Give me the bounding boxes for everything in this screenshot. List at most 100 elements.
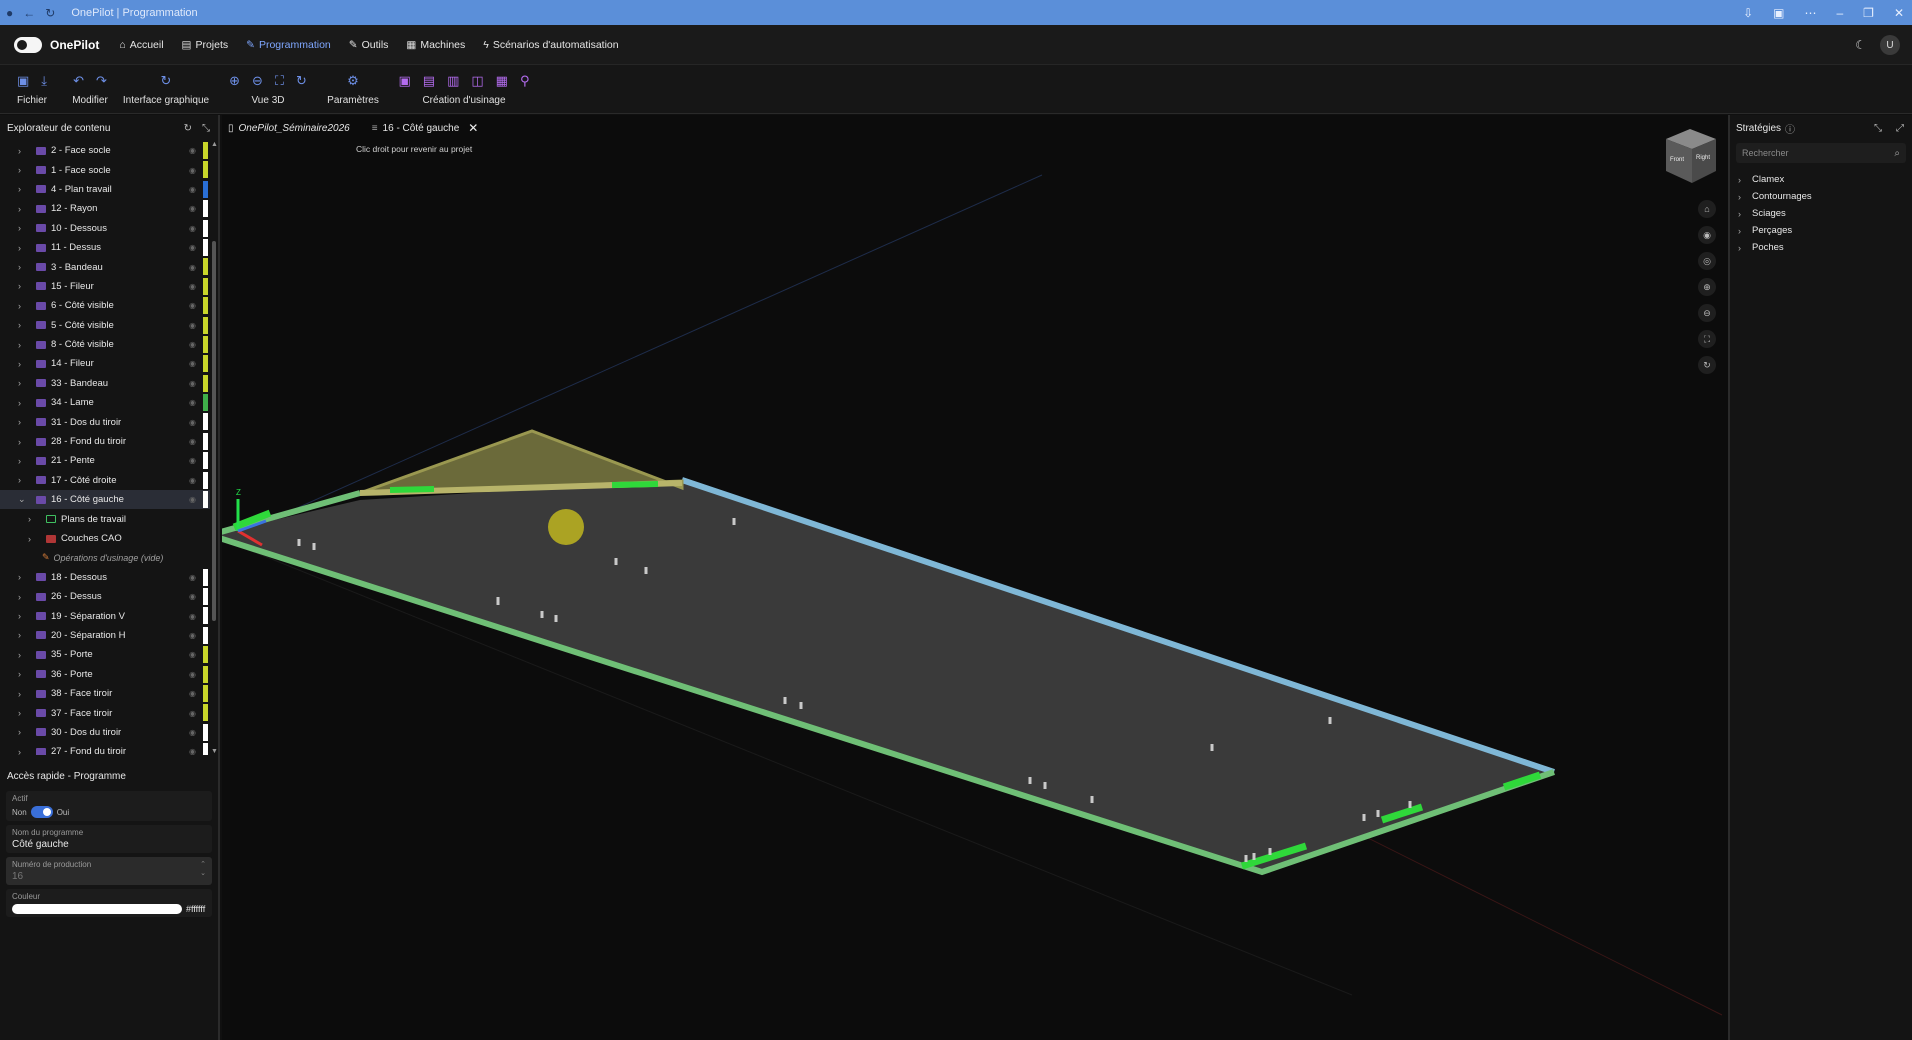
tree-item[interactable]: › 5 - Côté visible ◉ (0, 316, 210, 335)
eye-icon[interactable]: ◉ (189, 301, 196, 310)
eye-icon[interactable]: ◉ (189, 573, 196, 582)
scroll-thumb[interactable] (212, 241, 216, 621)
chevron-right-icon[interactable]: › (18, 475, 30, 485)
sync-icon[interactable]: ↻ (161, 73, 172, 89)
chevron-down-icon[interactable]: ⌄ (18, 494, 30, 505)
nav-item-programmation[interactable]: ✎ Programmation (246, 39, 331, 51)
chevron-right-icon[interactable]: › (28, 534, 40, 544)
collapse-icon[interactable]: ⤡ (202, 123, 210, 134)
search-input[interactable] (1742, 148, 1882, 158)
tree-item[interactable]: › 38 - Face tiroir ◉ (0, 684, 210, 703)
reset-view-icon[interactable]: ↻ (296, 73, 307, 89)
eye-icon[interactable]: ◉ (189, 243, 196, 252)
strategy-item-sciages[interactable]: › Sciages (1730, 205, 1912, 222)
chevron-right-icon[interactable]: › (18, 320, 30, 330)
tree-item[interactable]: › 14 - Fileur ◉ (0, 354, 210, 373)
chevron-right-icon[interactable]: › (18, 184, 30, 194)
tree-item-cad[interactable]: › Couches CAO (0, 529, 210, 548)
tree-item[interactable]: › 17 - Côté droite ◉ (0, 471, 210, 490)
eye-icon[interactable]: ◉ (189, 650, 196, 659)
eye-icon[interactable]: ◉ (189, 689, 196, 698)
chevron-right-icon[interactable]: › (18, 630, 30, 640)
eye-icon[interactable]: ◉ (189, 456, 196, 465)
tree-item[interactable]: › 6 - Côté visible ◉ (0, 296, 210, 315)
tree-item-operations[interactable]: ✎ Opérations d'usinage (vide) (0, 548, 210, 567)
chevron-right-icon[interactable]: › (28, 514, 40, 524)
home-view-icon[interactable]: ⌂ (1698, 200, 1716, 218)
download-icon[interactable]: ⇩ (1743, 6, 1753, 20)
machining-op-4-icon[interactable]: ◫ (471, 73, 483, 89)
tree-item[interactable]: › 35 - Porte ◉ (0, 645, 210, 664)
panel-surface[interactable] (222, 480, 1554, 872)
scroll-up-icon[interactable]: ▲ (211, 141, 218, 148)
actif-toggle[interactable] (30, 806, 53, 818)
eye-icon[interactable]: ◉ (189, 185, 196, 194)
chevron-right-icon[interactable]: › (18, 340, 30, 350)
machining-op-3-icon[interactable]: ▥ (447, 73, 459, 89)
export-icon[interactable]: ⤓ (41, 73, 47, 89)
machining-op-1-icon[interactable]: ▣ (398, 73, 410, 89)
search-icon[interactable]: ⌕ (1894, 148, 1900, 159)
tab-project[interactable]: ▯ OnePilot_Séminaire2026 (228, 123, 350, 134)
color-field[interactable]: Couleur #ffffff (6, 889, 212, 917)
nav-item-projets[interactable]: ▤ Projets (182, 39, 229, 51)
save-icon[interactable]: ▣ (17, 73, 29, 89)
eye-icon[interactable]: ◉ (189, 321, 196, 330)
eye-icon[interactable]: ◉ (189, 592, 196, 601)
eye-icon[interactable]: ◉ (189, 282, 196, 291)
zoom-in-icon[interactable]: ⊕ (229, 73, 240, 89)
tree-item[interactable]: › 27 - Fond du tiroir ◉ (0, 742, 210, 755)
eye-icon[interactable]: ◉ (189, 166, 196, 175)
tree-item[interactable]: › 18 - Dessous ◉ (0, 568, 210, 587)
viewport-3d[interactable]: Z ▯ OnePilot_Séminaire2026 ≡ 16 - Côté g… (222, 115, 1728, 1040)
strategy-item-percages[interactable]: › Perçages (1730, 222, 1912, 239)
tree-item[interactable]: › 19 - Séparation V ◉ (0, 606, 210, 625)
chevron-right-icon[interactable]: › (18, 708, 30, 718)
eye-icon[interactable]: ◉ (189, 612, 196, 621)
chevron-right-icon[interactable]: › (18, 398, 30, 408)
tree-item[interactable]: › 1 - Face socle ◉ (0, 160, 210, 179)
eye-icon[interactable]: ◉ (189, 709, 196, 718)
zoom-out-icon[interactable]: ⊖ (252, 73, 263, 89)
tree-item[interactable]: › 36 - Porte ◉ (0, 665, 210, 684)
nav-item-accueil[interactable]: ⌂ Accueil (119, 39, 163, 51)
eye-icon[interactable]: ◉ (189, 379, 196, 388)
avatar[interactable]: U (1880, 35, 1900, 55)
tree-item[interactable]: › 21 - Pente ◉ (0, 451, 210, 470)
refresh-icon[interactable]: ↻ (45, 6, 55, 20)
tree-item[interactable]: › 11 - Dessus ◉ (0, 238, 210, 257)
chevron-right-icon[interactable]: › (18, 727, 30, 737)
eye-icon[interactable]: ◉ (189, 437, 196, 446)
chevron-right-icon[interactable]: › (18, 611, 30, 621)
tree-item[interactable]: › 26 - Dessus ◉ (0, 587, 210, 606)
chevron-right-icon[interactable]: › (18, 204, 30, 214)
tree-item[interactable]: › 33 - Bandeau ◉ (0, 374, 210, 393)
tree-item[interactable]: ⌄ 16 - Côté gauche ◉ (0, 490, 210, 510)
strategy-item-clamex[interactable]: › Clamex (1730, 171, 1912, 188)
machining-op-6-icon[interactable]: ⚲ (520, 73, 530, 89)
strategy-item-contournages[interactable]: › Contournages (1730, 188, 1912, 205)
tree-item[interactable]: › 4 - Plan travail ◉ (0, 180, 210, 199)
chevron-right-icon[interactable]: › (18, 669, 30, 679)
chevron-right-icon[interactable]: › (18, 243, 30, 253)
eye-icon[interactable]: ◉ (189, 204, 196, 213)
production-number-field[interactable]: Numéro de production 16 ⌃ ⌄ (6, 857, 212, 885)
chevron-right-icon[interactable]: › (18, 689, 30, 699)
explorer-scrollbar[interactable]: ▲ ▼ (210, 141, 218, 755)
chevron-right-icon[interactable]: › (18, 456, 30, 466)
chevron-right-icon[interactable]: › (18, 223, 30, 233)
chevron-right-icon[interactable]: › (18, 146, 30, 156)
eye-icon[interactable]: ◉ (189, 670, 196, 679)
chevron-right-icon[interactable]: › (18, 417, 30, 427)
chevron-right-icon[interactable]: › (18, 301, 30, 311)
scene-canvas[interactable]: Z (222, 115, 1728, 1040)
nav-item-outils[interactable]: ✎ Outils (349, 39, 389, 51)
chevron-right-icon[interactable]: › (18, 359, 30, 369)
undo-icon[interactable]: ↶ (73, 73, 84, 89)
tree-item[interactable]: › 15 - Fileur ◉ (0, 277, 210, 296)
tree-item[interactable]: › 10 - Dessous ◉ (0, 219, 210, 238)
zoom-in-icon[interactable]: ⊕ (1698, 278, 1716, 296)
eye-icon[interactable]: ◉ (189, 418, 196, 427)
tree-item[interactable]: › 20 - Séparation H ◉ (0, 626, 210, 645)
eye-icon[interactable]: ◉ (189, 398, 196, 407)
